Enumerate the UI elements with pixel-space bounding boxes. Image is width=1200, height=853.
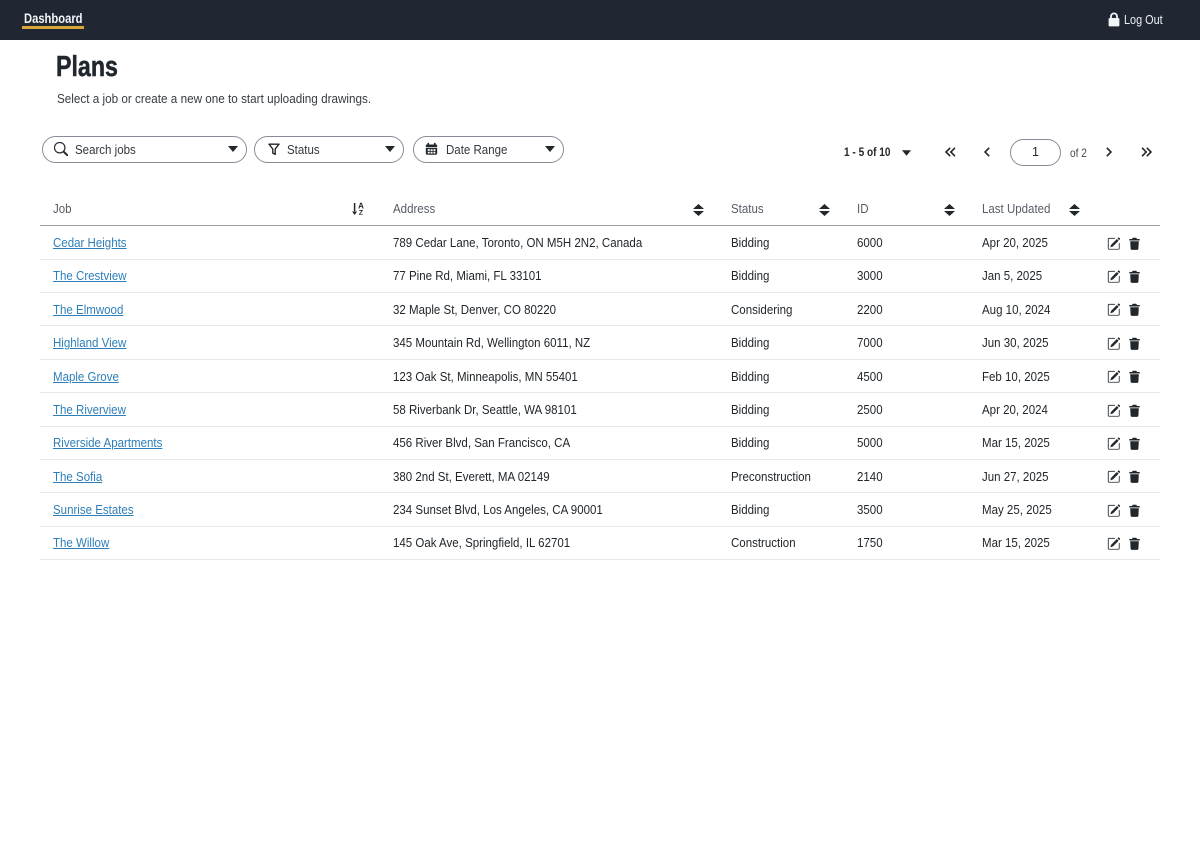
svg-text:Z: Z bbox=[359, 210, 364, 215]
